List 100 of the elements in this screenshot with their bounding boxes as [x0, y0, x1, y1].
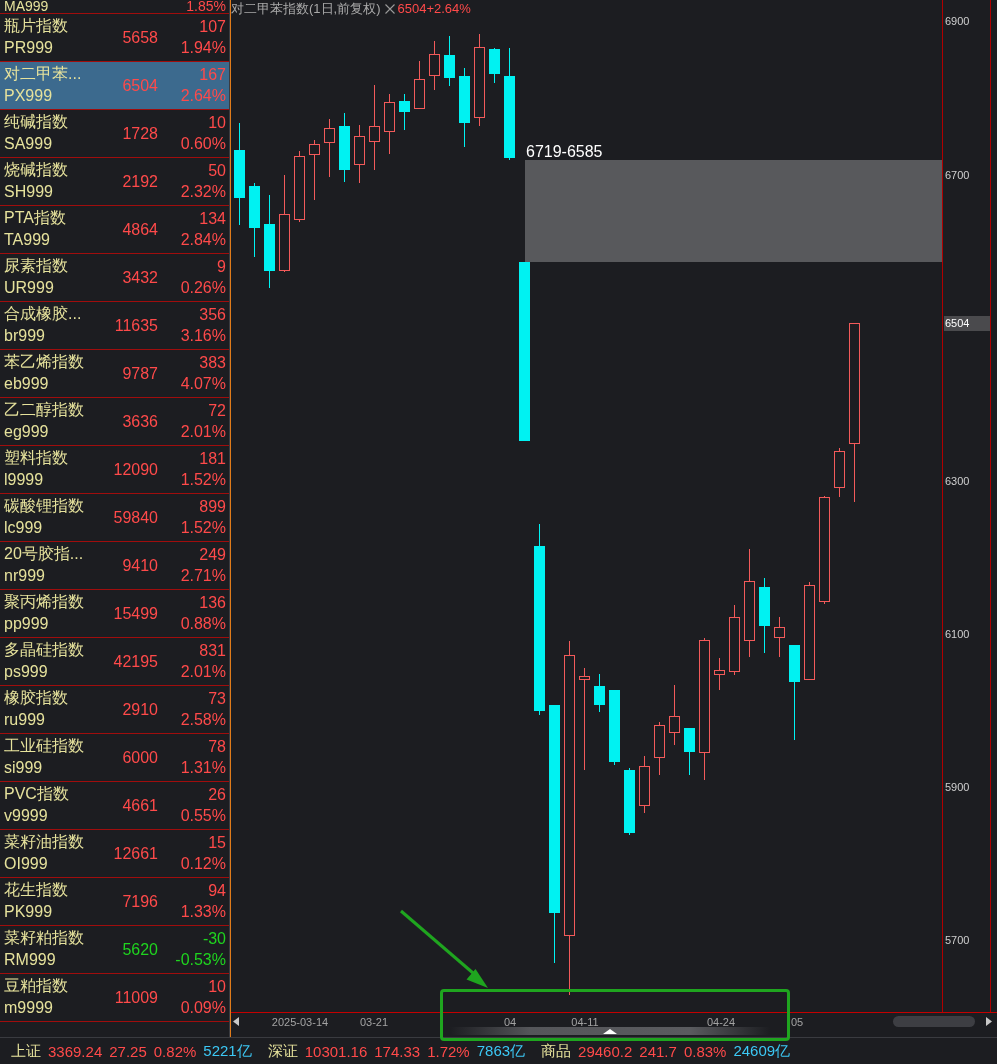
instrument-code: ps999 — [4, 663, 48, 682]
instrument-name: 菜籽粕指数 — [4, 928, 85, 949]
change-percent: 2.64% — [180, 87, 226, 106]
watchlist-row[interactable]: 烧碱指数 SH999 2192 50 2.32% — [0, 158, 229, 206]
instrument-name: 豆粕指数 — [4, 976, 69, 997]
watchlist-row[interactable]: 菜籽粕指数 RM999 5620 -30 -0.53% — [0, 926, 229, 974]
price-change: 78 — [208, 737, 226, 756]
change-percent: 2.01% — [180, 663, 226, 682]
price-change: 383 — [199, 353, 226, 372]
watchlist-row[interactable]: 碳酸锂指数 lc999 59840 899 1.52% — [0, 494, 229, 542]
instrument-code: v9999 — [4, 807, 48, 826]
watchlist-row[interactable]: PTA指数 TA999 4864 134 2.84% — [0, 206, 229, 254]
rising-candle — [414, 60, 425, 109]
instrument-name: 乙二醇指数 — [4, 400, 85, 421]
price-change: 94 — [208, 881, 226, 900]
price-change: 831 — [199, 641, 226, 660]
watchlist-row[interactable]: 20号胶指... nr999 9410 249 2.71% — [0, 542, 229, 590]
last-price: 6504 — [122, 76, 158, 95]
last-price: 11635 — [114, 316, 158, 335]
last-price: 6000 — [122, 748, 158, 767]
price-change: 107 — [199, 17, 226, 36]
instrument-code: l9999 — [4, 471, 44, 490]
price-tick-label: 5700 — [945, 933, 970, 947]
watchlist-row[interactable]: 纯碱指数 SA999 1728 10 0.60% — [0, 110, 229, 158]
index-change: 241.7 — [639, 1042, 677, 1060]
watchlist-row[interactable]: 聚丙烯指数 pp999 15499 136 0.88% — [0, 590, 229, 638]
price-tick-label: 6100 — [945, 627, 970, 641]
last-price: 12090 — [113, 460, 158, 479]
watchlist-row[interactable]: 多晶硅指数 ps999 42195 831 2.01% — [0, 638, 229, 686]
watchlist-row[interactable]: 乙二醇指数 eg999 3636 72 2.01% — [0, 398, 229, 446]
index-value: 10301.16 — [304, 1042, 368, 1060]
watchlist-row[interactable]: 苯乙烯指数 eb999 9787 383 4.07% — [0, 350, 229, 398]
rising-candle — [309, 139, 320, 201]
instrument-code: SA999 — [4, 135, 53, 154]
rising-candle — [429, 40, 440, 91]
instrument-code: PK999 — [4, 903, 53, 922]
watchlist-row[interactable]: 合成橡胶... br999 11635 356 3.16% — [0, 302, 229, 350]
instrument-code: m9999 — [4, 999, 53, 1018]
last-price: 7196 — [122, 892, 158, 911]
last-price: 5658 — [122, 28, 158, 47]
watchlist-row[interactable]: 对二甲苯... PX999 6504 167 2.64% — [0, 62, 229, 110]
price-tick-label: 6300 — [945, 474, 970, 488]
instrument-code: SH999 — [4, 183, 53, 202]
index-name: 深证 — [267, 1041, 298, 1061]
date-label: 05 — [790, 1016, 804, 1028]
price-change: 899 — [199, 497, 226, 516]
instrument-code: RM999 — [4, 951, 56, 970]
last-price: 5620 — [122, 940, 158, 959]
change-percent: 0.26% — [180, 279, 226, 298]
caret-up-icon — [603, 1028, 617, 1034]
instrument-code: OI999 — [4, 855, 48, 874]
falling-candle — [624, 767, 635, 836]
index-turnover: 5221亿 — [203, 1041, 252, 1061]
watchlist-row[interactable]: 花生指数 PK999 7196 94 1.33% — [0, 878, 229, 926]
watchlist-row[interactable]: 塑料指数 l9999 12090 181 1.52% — [0, 446, 229, 494]
watchlist-row[interactable]: 工业硅指数 si999 6000 78 1.31% — [0, 734, 229, 782]
instrument-name: PTA指数 — [4, 208, 67, 229]
last-price: 42195 — [113, 652, 158, 671]
watchlist-row[interactable]: 菜籽油指数 OI999 12661 15 0.12% — [0, 830, 229, 878]
watchlist-row[interactable]: 豆粕指数 m9999 11009 10 0.09% — [0, 974, 229, 1022]
instrument-name: 橡胶指数 — [4, 688, 69, 709]
scrollbar-thumb[interactable] — [893, 1016, 975, 1027]
price-change: 181 — [199, 449, 226, 468]
instrument-code: pp999 — [4, 615, 49, 634]
change-percent: 1.52% — [180, 471, 226, 490]
price-change: -30 — [202, 929, 226, 948]
instrument-name: 聚丙烯指数 — [4, 592, 85, 613]
rising-candle — [774, 616, 785, 658]
price-change: 136 — [199, 593, 226, 612]
instrument-name: 工业硅指数 — [4, 736, 85, 757]
scroll-left-icon[interactable] — [233, 1017, 239, 1026]
index-value: 29460.2 — [578, 1042, 633, 1060]
instrument-code: eg999 — [4, 423, 49, 442]
price-change: 50 — [208, 161, 226, 180]
rising-candle — [654, 721, 665, 776]
index-turnover: 24609亿 — [733, 1041, 791, 1061]
last-price: 2192 — [122, 172, 158, 191]
instrument-code: lc999 — [4, 519, 43, 538]
change-percent: 1.85% — [186, 0, 226, 13]
change-percent: 4.07% — [180, 375, 226, 394]
price-change: 26 — [208, 785, 226, 804]
rising-candle — [384, 93, 395, 155]
close-icon[interactable] — [384, 3, 395, 14]
price-change: 9 — [217, 257, 226, 276]
rising-candle — [714, 657, 725, 691]
rising-candle — [324, 118, 335, 178]
watchlist-row[interactable]: PVC指数 v9999 4661 26 0.55% — [0, 782, 229, 830]
instrument-name: 尿素指数 — [4, 256, 69, 277]
instrument-name: 塑料指数 — [4, 448, 69, 469]
change-percent: 2.32% — [180, 183, 226, 202]
rising-candle — [834, 447, 845, 498]
instrument-name: 苯乙烯指数 — [4, 352, 85, 373]
falling-candle — [399, 93, 410, 131]
last-price: 15499 — [113, 604, 158, 623]
change-percent: 3.16% — [180, 327, 226, 346]
price-change: 249 — [199, 545, 226, 564]
watchlist-row[interactable]: 橡胶指数 ru999 2910 73 2.58% — [0, 686, 229, 734]
falling-candle — [489, 47, 500, 84]
watchlist-row[interactable]: 尿素指数 UR999 3432 9 0.26% — [0, 254, 229, 302]
scroll-right-icon[interactable] — [986, 1017, 992, 1026]
